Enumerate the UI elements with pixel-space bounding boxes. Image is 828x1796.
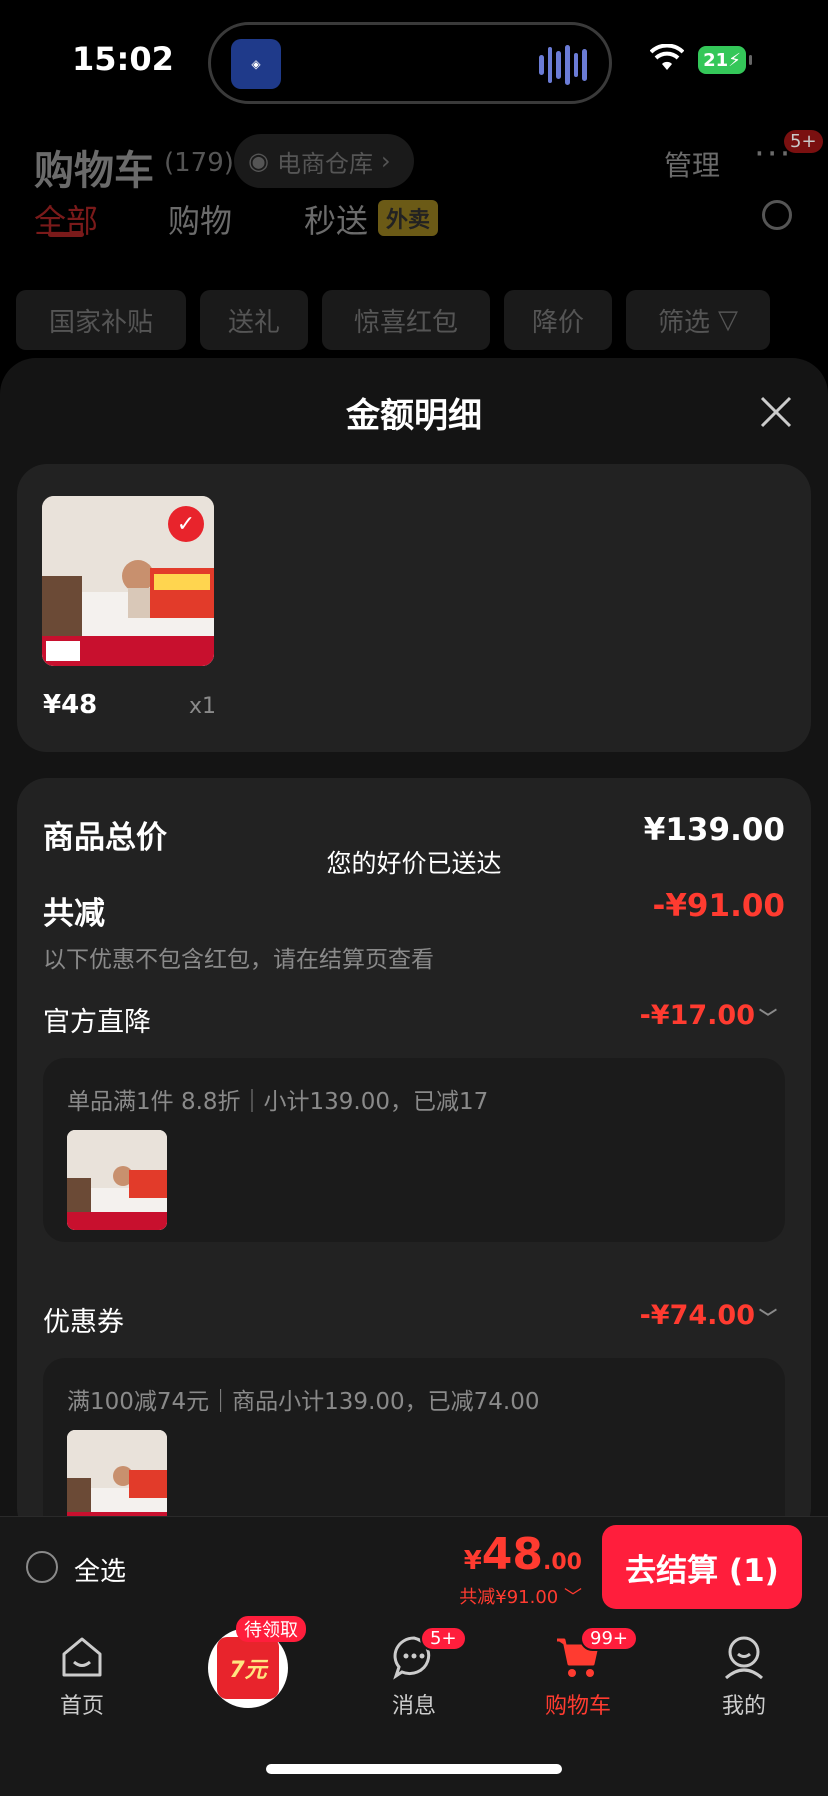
search-icon[interactable] [762, 200, 792, 230]
price-detail-card: 商品总价 ¥139.00 您的好价已送达 共减 -¥91.00 以下优惠不包含红… [17, 778, 811, 1518]
product-image[interactable]: ✓ [42, 496, 214, 666]
coupon-toggle[interactable]: -¥74.00 ﹀ [640, 1300, 777, 1331]
total-integer: 48 [481, 1529, 544, 1580]
official-discount-toggle[interactable]: -¥17.00 ﹀ [640, 1000, 777, 1031]
waimai-badge: 外卖 [378, 200, 439, 236]
official-discount-detail: 单品满1件 8.8折｜小计139.00，已减17 [43, 1058, 785, 1242]
red-packet-badge: 待领取 [236, 1616, 306, 1642]
status-time: 15:02 [72, 40, 174, 78]
tab-shopping[interactable]: 购物 [168, 196, 232, 242]
tab-home[interactable]: 首页 [32, 1634, 132, 1720]
filter-gift[interactable]: 送礼 [200, 290, 308, 350]
saved-amount: 共减¥91.00 [459, 1587, 559, 1608]
filter-national-subsidy[interactable]: 国家补贴 [16, 290, 186, 350]
manage-button[interactable]: 管理 [664, 144, 720, 184]
cart-badge: 99+ [580, 1626, 638, 1651]
funnel-icon: ▽ [718, 305, 738, 335]
dynamic-island: ◈ [208, 22, 612, 104]
coupon-detail: 满100减74元｜商品小计139.00，已减74.00 [43, 1358, 785, 1518]
chevron-down-icon: ﹀ [759, 1007, 777, 1029]
official-discount-label: 官方直降 [43, 1007, 151, 1038]
coupon-rule: 满100减74元｜商品小计139.00，已减74.00 [67, 1389, 540, 1415]
filter-chips: 国家补贴 送礼 惊喜红包 降价 筛选 ▽ [16, 290, 770, 350]
status-bar: 15:02 ◈ 21 ⚡ [0, 0, 828, 120]
filter-price-drop[interactable]: 降价 [504, 290, 612, 350]
tab-underline [48, 232, 84, 237]
filter-label: 筛选 [657, 307, 710, 338]
chevron-down-icon: ﹀ [558, 1587, 582, 1608]
battery-icon: 21 ⚡ [698, 46, 752, 74]
select-all-radio[interactable] [26, 1551, 58, 1583]
tab-cart[interactable]: 购物车 99+ [528, 1626, 638, 1720]
home-icon [62, 1637, 102, 1677]
eye-icon: ◉ [248, 147, 269, 175]
tab-messages-label: 消息 [391, 1694, 436, 1719]
coupon-value: -¥74.00 [639, 1300, 755, 1331]
checkout-total: ¥48.00 [464, 1529, 582, 1580]
total-decimal: .00 [543, 1550, 582, 1575]
tab-cart-label: 购物车 [544, 1694, 611, 1719]
checkout-bar: 全选 ¥48.00 共减¥91.00 ﹀ 去结算 (1) [0, 1516, 828, 1618]
currency-symbol: ¥ [463, 1546, 482, 1576]
toast-message: 您的好价已送达 [326, 849, 502, 878]
tab-profile-label: 我的 [721, 1694, 766, 1719]
official-discount-rule: 单品满1件 8.8折｜小计139.00，已减17 [67, 1089, 489, 1115]
island-app-icon: ◈ [231, 39, 281, 89]
discount-value: -¥91.00 [652, 888, 786, 924]
saved-amount-toggle[interactable]: 共减¥91.00 ﹀ [459, 1583, 582, 1609]
profile-icon [725, 1636, 763, 1680]
cart-count: (179) [164, 148, 234, 178]
discount-label: 共减 [43, 896, 105, 932]
official-discount-thumbnail [67, 1130, 167, 1230]
chevron-down-icon: ﹀ [759, 1307, 777, 1329]
discount-note: 以下优惠不包含红包，请在结算页查看 [43, 947, 434, 973]
tab-messages[interactable]: 消息 5+ [364, 1626, 467, 1720]
red-packet-amount: 7元 [217, 1637, 279, 1699]
coupon-label: 优惠券 [43, 1307, 124, 1338]
warehouse-button[interactable]: ◉ 电商仓库 › [234, 134, 414, 188]
select-all-label[interactable]: 全选 [74, 1551, 126, 1588]
total-price-value: ¥139.00 [643, 812, 785, 848]
warehouse-label: 电商仓库 [276, 149, 373, 178]
product-quantity: x1 [189, 694, 217, 719]
cart-title: 购物车 [34, 148, 154, 194]
product-card: ✓ ¥48 x1 [17, 464, 811, 752]
coupon-thumbnail [67, 1430, 167, 1518]
amount-detail-sheet: 金额明细 ✓ ¥48 x1 商品总价 ¥139.00 您的好价已送达 共减 -¥… [0, 358, 828, 1518]
audio-wave-icon [539, 43, 588, 87]
filter-button[interactable]: 筛选 ▽ [626, 290, 770, 350]
tab-profile[interactable]: 我的 [694, 1634, 794, 1720]
filter-red-packet[interactable]: 惊喜红包 [322, 290, 490, 350]
tab-home-label: 首页 [59, 1694, 104, 1719]
official-discount-value: -¥17.00 [639, 1000, 755, 1031]
sheet-title: 金额明细 [346, 396, 482, 436]
close-icon[interactable] [756, 392, 796, 432]
home-indicator [266, 1764, 562, 1774]
check-icon: ✓ [168, 506, 204, 542]
cart-page-background: 购物车 (179) ◉ 电商仓库 › 管理 ··· 5+ 全部 购物 秒送 外卖… [0, 120, 828, 360]
wifi-icon [650, 44, 684, 70]
battery-level: 21 [703, 49, 729, 71]
chevron-right-icon: › [380, 147, 391, 175]
checkout-button[interactable]: 去结算 (1) [602, 1525, 802, 1609]
tab-instant[interactable]: 秒送 [304, 196, 368, 242]
product-price: ¥48 [43, 690, 98, 720]
more-badge: 5+ [784, 130, 823, 153]
messages-badge: 5+ [420, 1626, 467, 1651]
